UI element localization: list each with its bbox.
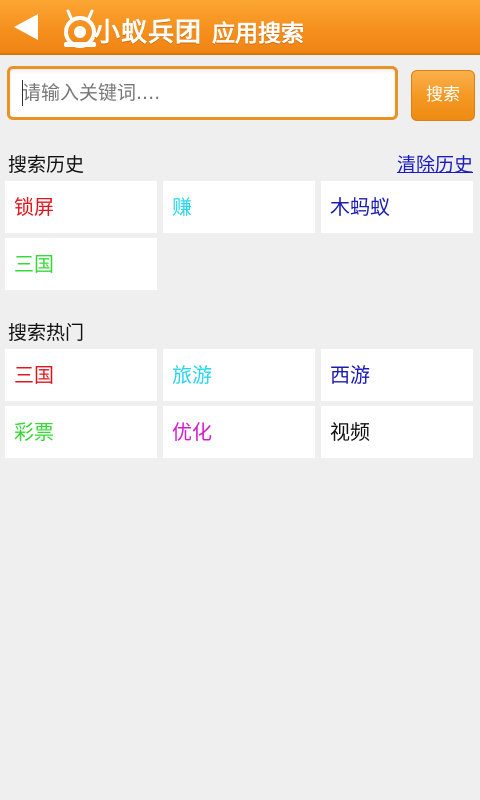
hot-tag[interactable]: 优化: [163, 406, 315, 458]
hot-tag[interactable]: 彩票: [5, 406, 157, 458]
history-tag[interactable]: 锁屏: [5, 181, 157, 233]
top-bar: 小蚁兵团 应用搜索: [0, 0, 480, 55]
hot-section-title: 搜索热门: [8, 322, 85, 344]
hot-tag[interactable]: 旅游: [163, 349, 315, 401]
history-tag[interactable]: 木蚂蚁: [321, 181, 473, 233]
search-button[interactable]: 搜索: [411, 70, 475, 121]
hot-tag[interactable]: 视频: [321, 406, 473, 458]
page-title: 应用搜索: [212, 21, 304, 47]
clear-history-link[interactable]: 清除历史: [397, 150, 473, 177]
history-section-title: 搜索历史: [8, 154, 85, 176]
history-tag[interactable]: 赚: [163, 181, 315, 233]
hot-tag[interactable]: 三国: [5, 349, 157, 401]
app-logo: 小蚁兵团: [60, 8, 205, 50]
logo-text: 小蚁兵团: [94, 18, 203, 48]
back-button[interactable]: [8, 9, 44, 45]
back-arrow-icon: [14, 14, 38, 40]
search-input[interactable]: [7, 66, 398, 120]
hot-tag[interactable]: 西游: [321, 349, 473, 401]
text-cursor: [22, 80, 23, 106]
history-tag[interactable]: 三国: [5, 238, 157, 290]
